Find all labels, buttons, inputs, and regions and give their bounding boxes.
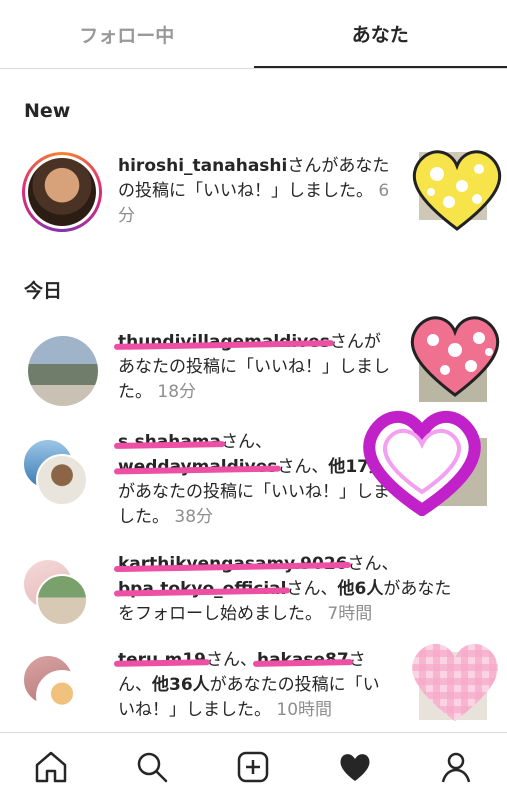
- tab-you[interactable]: あなた: [254, 0, 507, 68]
- timestamp: 18分: [157, 382, 196, 402]
- tab-following[interactable]: フォロー中: [0, 0, 254, 68]
- username[interactable]: teru.m19: [118, 650, 206, 670]
- notification-text: hiroshi_tanahashiさんがあなたの投稿に「いいね！」しました。 6…: [118, 154, 390, 229]
- timestamp: 38分: [174, 507, 213, 527]
- heart-sticker-icon: [357, 406, 487, 516]
- others-count[interactable]: 他6人: [337, 579, 383, 599]
- avatar[interactable]: [36, 574, 88, 626]
- username[interactable]: hakase87: [257, 650, 349, 670]
- avatar[interactable]: [36, 670, 88, 722]
- timestamp: 10時間: [276, 700, 332, 720]
- notification-text: karthikvengasamy.9026さん、bpa.tokyo_offici…: [118, 552, 463, 627]
- search-icon[interactable]: [127, 742, 177, 792]
- notification-text: s.shahamaさん、weddaymaldivesさん、他17人があなたの投稿…: [118, 430, 390, 530]
- post-thumbnail[interactable]: [419, 334, 487, 402]
- heart-sticker-icon: [405, 636, 505, 726]
- add-post-icon[interactable]: [228, 742, 278, 792]
- section-title-today: 今日: [24, 276, 62, 303]
- post-thumbnail[interactable]: [419, 152, 487, 220]
- notification-text: teru.m19さん、hakase87さん、他36人があなたの投稿に「いいね！」…: [118, 648, 390, 723]
- username[interactable]: weddaymaldives: [118, 457, 277, 477]
- heart-sticker-icon: [405, 310, 505, 400]
- home-icon[interactable]: [26, 742, 76, 792]
- username[interactable]: s.shahama: [118, 432, 221, 452]
- post-thumbnail[interactable]: [419, 438, 487, 506]
- post-thumbnail[interactable]: [419, 652, 487, 720]
- profile-icon[interactable]: [431, 742, 481, 792]
- bottom-nav: [0, 732, 507, 801]
- username[interactable]: karthikvengasamy.9026: [118, 554, 347, 574]
- heart-icon[interactable]: [330, 742, 380, 792]
- activity-tabs: フォロー中 あなた: [0, 0, 507, 69]
- section-title-new: New: [24, 100, 70, 122]
- notification-text: thundivillagemaldivesさんがあなたの投稿に「いいね！」しまし…: [118, 330, 390, 405]
- username[interactable]: hiroshi_tanahashi: [118, 156, 287, 176]
- others-count[interactable]: 他36人: [152, 675, 210, 695]
- username[interactable]: bpa.tokyo_official: [118, 579, 286, 599]
- username[interactable]: thundivillagemaldives: [118, 332, 330, 352]
- avatar[interactable]: [36, 454, 88, 506]
- timestamp: 7時間: [327, 604, 372, 624]
- story-ring-avatar[interactable]: [22, 152, 102, 232]
- avatar: [28, 158, 96, 226]
- heart-sticker-icon: [407, 144, 507, 234]
- avatar[interactable]: [28, 336, 98, 406]
